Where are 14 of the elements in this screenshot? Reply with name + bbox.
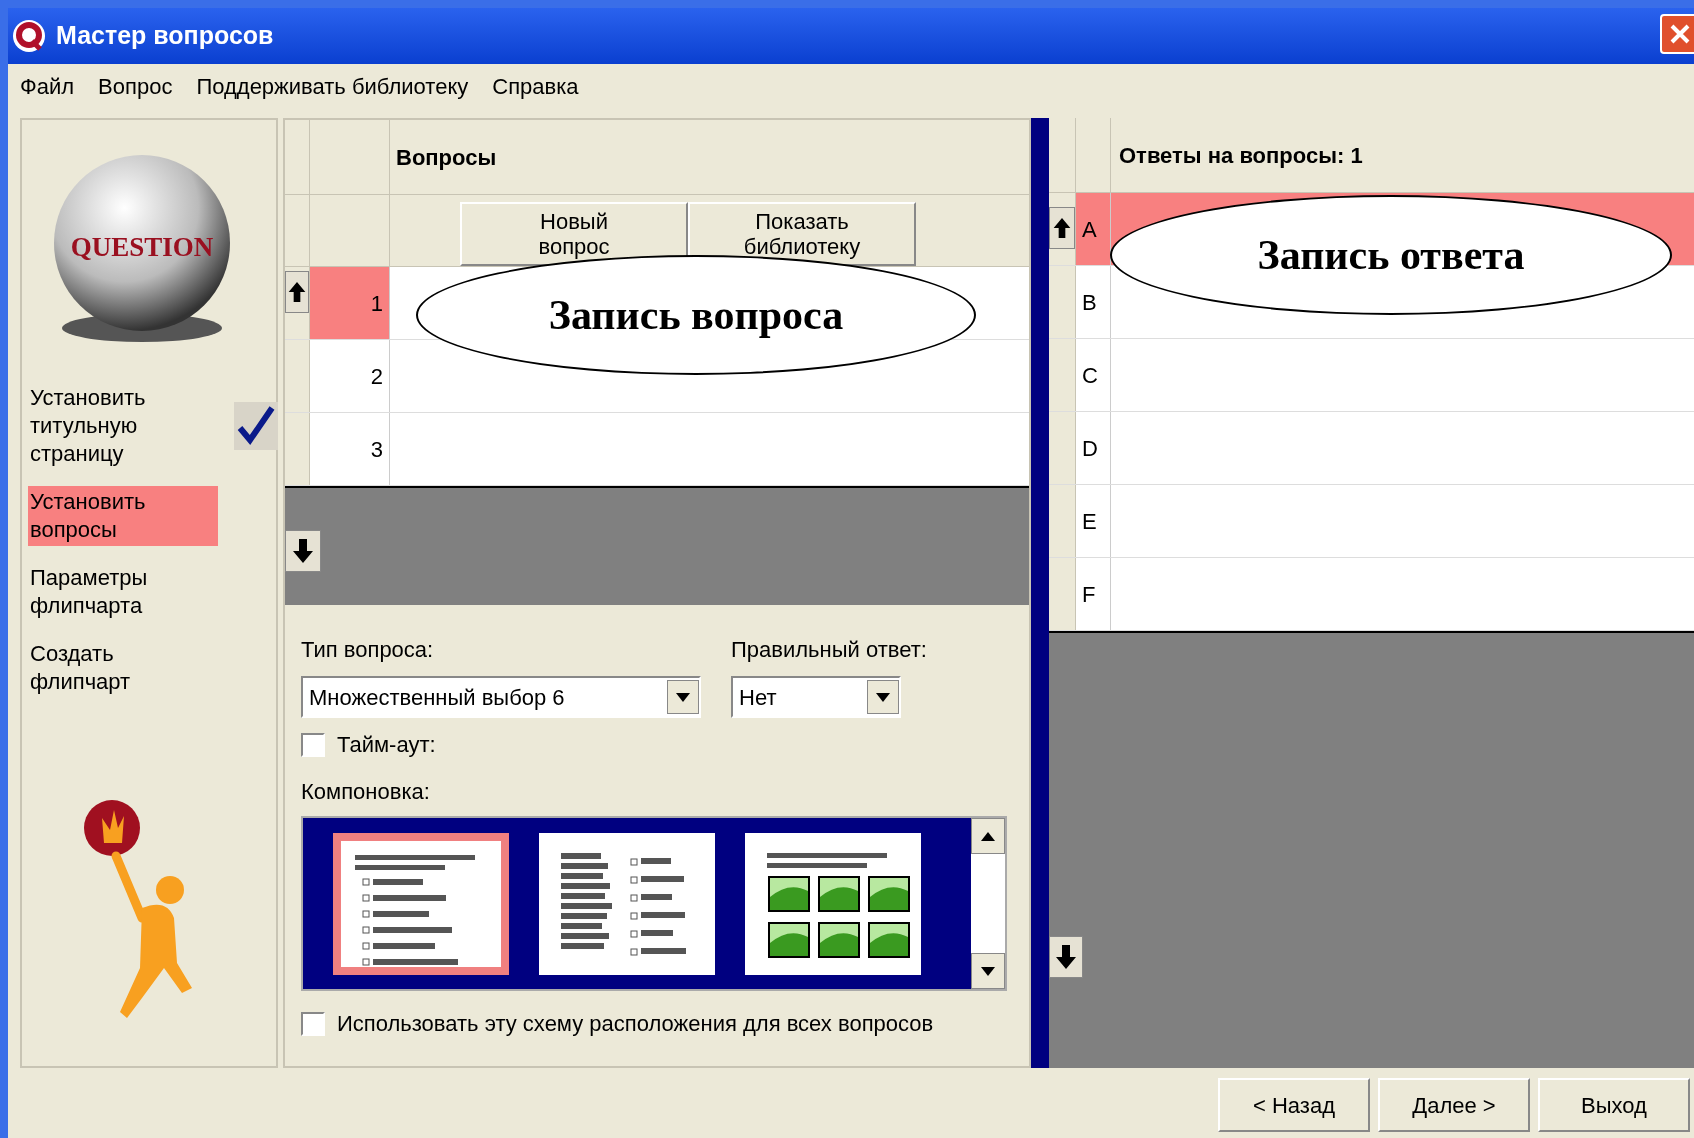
row-letter: B [1082,288,1097,317]
row-letter: D [1082,434,1098,463]
column-header: Вопросы [396,143,497,172]
field-label: Правильный ответ: [731,636,927,664]
row-letter: E [1082,507,1097,536]
checkbox-label: Использовать эту схему расположения для всех вопросов [337,1010,934,1038]
row-letter: F [1082,580,1096,609]
row-letter: A [1082,215,1097,244]
window-title: Мастер вопросов [56,20,274,52]
checkbox-label: Тайм-аут: [337,731,436,759]
row-letter: C [1082,361,1098,390]
field-label: Компоновка: [301,778,431,806]
column-header: Ответы на вопросы: 1 [1119,141,1363,170]
field-label: Тип вопроса: [301,636,435,664]
